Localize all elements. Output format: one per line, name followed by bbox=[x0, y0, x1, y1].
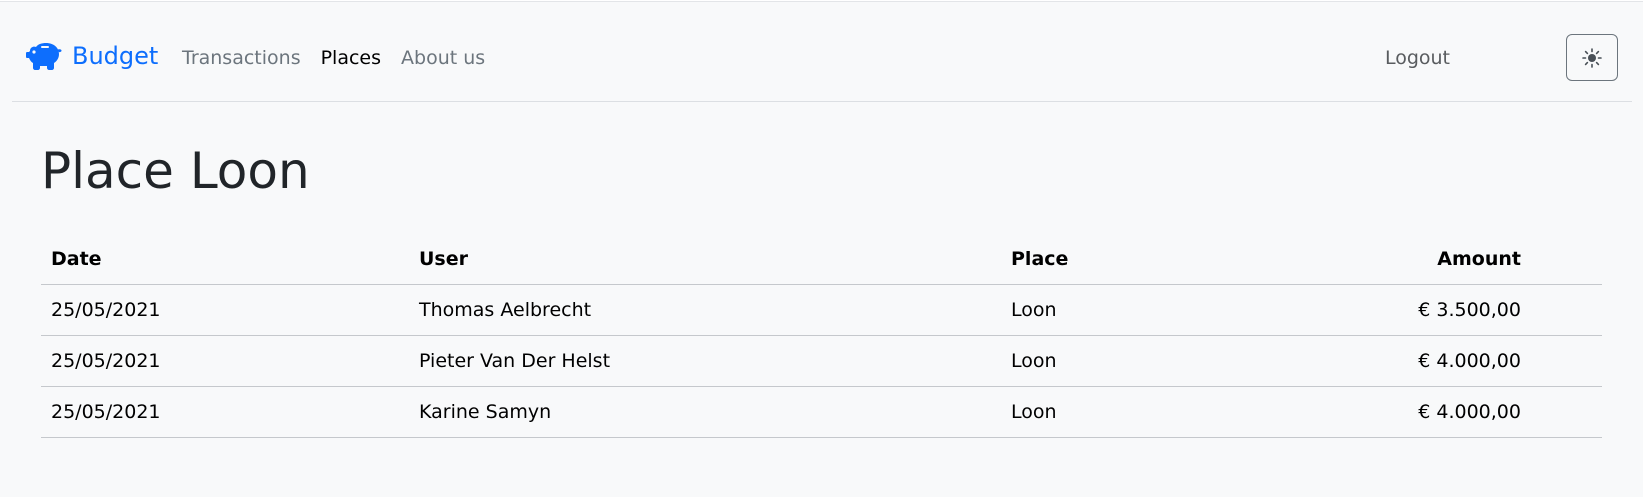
column-header-place: Place bbox=[1001, 234, 1281, 285]
table-header-row: Date User Place Amount bbox=[41, 234, 1602, 285]
page-title: Place Loon bbox=[41, 142, 310, 200]
cell-user: Thomas Aelbrecht bbox=[409, 284, 1001, 336]
table-row: 25/05/2021 Karine Samyn Loon € 4.000,00 bbox=[41, 386, 1602, 438]
logout-link[interactable]: Logout bbox=[1385, 46, 1450, 70]
table-row: 25/05/2021 Thomas Aelbrecht Loon € 3.500… bbox=[41, 284, 1602, 336]
cell-amount: € 4.000,00 bbox=[1281, 386, 1602, 438]
cell-place: Loon bbox=[1001, 386, 1281, 438]
brand-label: Budget bbox=[72, 42, 159, 70]
piggy-bank-icon bbox=[26, 43, 62, 70]
theme-toggle-button[interactable] bbox=[1566, 34, 1618, 81]
column-header-date: Date bbox=[41, 234, 409, 285]
table-row: 25/05/2021 Pieter Van Der Helst Loon € 4… bbox=[41, 335, 1602, 387]
cell-amount: € 4.000,00 bbox=[1281, 335, 1602, 387]
cell-place: Loon bbox=[1001, 335, 1281, 387]
navbar: Budget Transactions Places About us Logo… bbox=[12, 2, 1632, 102]
cell-date: 25/05/2021 bbox=[41, 386, 409, 438]
column-header-user: User bbox=[409, 234, 1001, 285]
nav-links: Transactions Places About us bbox=[182, 46, 485, 70]
cell-date: 25/05/2021 bbox=[41, 335, 409, 387]
brand-link[interactable]: Budget bbox=[26, 41, 158, 71]
cell-place: Loon bbox=[1001, 284, 1281, 336]
nav-item-places[interactable]: Places bbox=[321, 46, 381, 70]
page: Budget Transactions Places About us Logo… bbox=[0, 1, 1643, 497]
transactions-table: Date User Place Amount 25/05/2021 Thomas… bbox=[41, 234, 1602, 438]
nav-item-transactions[interactable]: Transactions bbox=[182, 46, 301, 70]
sun-icon bbox=[1582, 47, 1602, 68]
cell-user: Karine Samyn bbox=[409, 386, 1001, 438]
cell-user: Pieter Van Der Helst bbox=[409, 335, 1001, 387]
cell-amount: € 3.500,00 bbox=[1281, 284, 1602, 336]
column-header-amount: Amount bbox=[1281, 234, 1602, 285]
nav-item-about-us[interactable]: About us bbox=[401, 46, 485, 70]
cell-date: 25/05/2021 bbox=[41, 284, 409, 336]
